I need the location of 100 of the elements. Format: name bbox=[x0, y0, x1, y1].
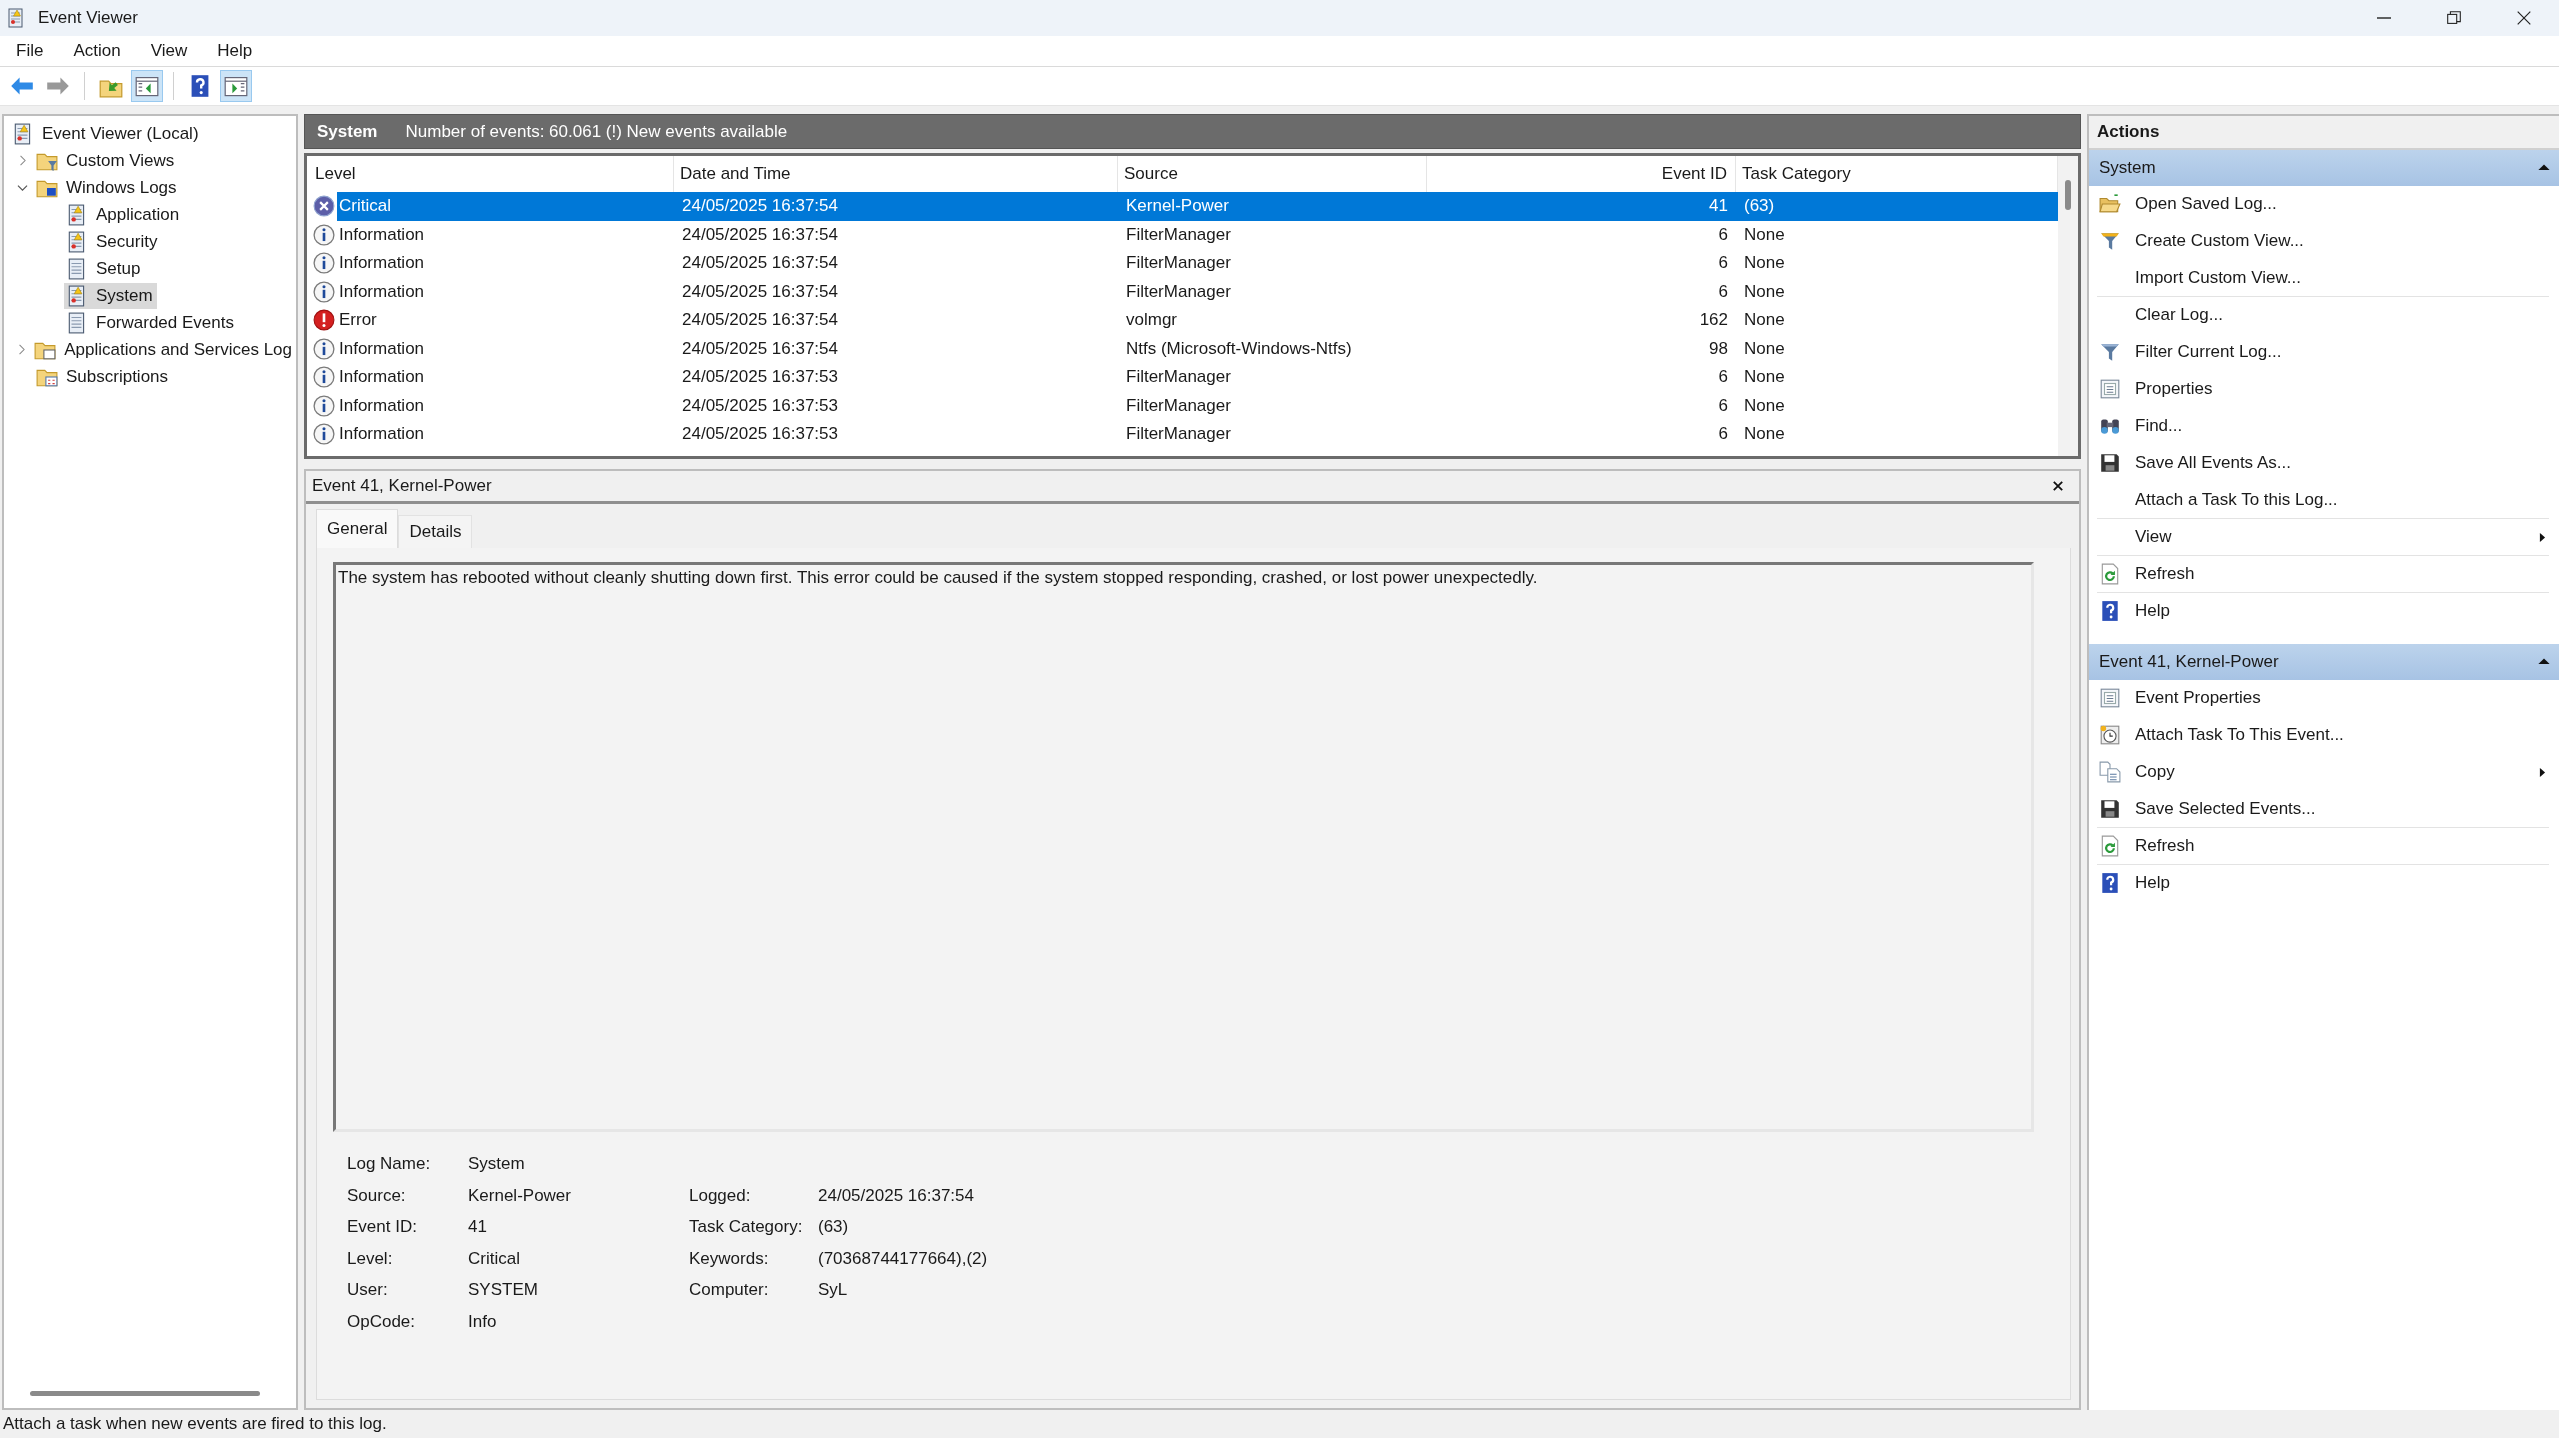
toolbar-button[interactable] bbox=[220, 70, 252, 102]
refresh-icon bbox=[2099, 835, 2121, 857]
table-cell-text: Information bbox=[338, 281, 426, 302]
command-link[interactable]: Help bbox=[2097, 593, 2549, 630]
tab[interactable]: Details bbox=[398, 515, 473, 548]
pane-icon bbox=[224, 74, 248, 98]
field-label: Level: bbox=[347, 1248, 394, 1270]
command-link[interactable]: Clear Log... bbox=[2097, 297, 2549, 334]
table-row[interactable]: Information 24/05/2025 16:37:53 FilterManager 6 None bbox=[311, 420, 2058, 449]
field-label: OpCode: bbox=[347, 1311, 417, 1333]
command-link[interactable]: Create Custom View... bbox=[2097, 223, 2549, 260]
command-link[interactable]: Import Custom View... bbox=[2097, 260, 2549, 297]
help-icon bbox=[2099, 600, 2121, 622]
table-cell-text: Kernel-Power bbox=[1125, 196, 1230, 217]
column-header[interactable]: Date and Time bbox=[674, 156, 1118, 192]
column-header[interactable]: Event ID bbox=[1427, 156, 1736, 192]
action-group-header[interactable]: Event 41, Kernel-Power bbox=[2089, 644, 2559, 680]
tree-item[interactable]: Custom Views bbox=[34, 147, 179, 174]
table-cell-text: 24/05/2025 16:37:53 bbox=[681, 367, 839, 388]
tree-item[interactable]: Event Viewer (Local) bbox=[10, 120, 203, 147]
field-value: 41 bbox=[468, 1217, 488, 1239]
table-row[interactable]: Information 24/05/2025 16:37:53 FilterManager 6 None bbox=[311, 363, 2058, 392]
field-label: Logged: bbox=[689, 1185, 752, 1207]
information-icon bbox=[313, 280, 335, 303]
copy-icon bbox=[2099, 761, 2121, 783]
table-cell-text: 6 bbox=[1717, 367, 1729, 388]
toolbar-button[interactable] bbox=[131, 70, 163, 102]
app-icon bbox=[6, 7, 26, 29]
table-cell-text: 6 bbox=[1717, 281, 1729, 302]
table-cell-text: Critical bbox=[338, 196, 392, 217]
tree-item[interactable]: Subscriptions bbox=[34, 363, 173, 390]
tree-item[interactable]: Application bbox=[64, 201, 184, 228]
tree-item[interactable]: System bbox=[64, 282, 157, 309]
column-header[interactable]: Source bbox=[1118, 156, 1427, 192]
funnel-icon bbox=[2099, 230, 2121, 252]
table-cell-text: Information bbox=[338, 395, 426, 416]
properties-icon bbox=[2099, 687, 2121, 709]
field-label: User: bbox=[347, 1280, 389, 1302]
table-cell-text: 24/05/2025 16:37:54 bbox=[681, 310, 839, 331]
menu-item[interactable]: Action bbox=[55, 39, 133, 63]
table-row[interactable]: Information 24/05/2025 16:37:54 Ntfs (Microsoft-Windows-Ntfs) 98 None bbox=[311, 334, 2058, 363]
tree-item[interactable]: Windows Logs bbox=[34, 174, 181, 201]
command-link[interactable]: Open Saved Log... bbox=[2097, 186, 2549, 223]
table-cell-text: None bbox=[1743, 253, 1786, 274]
menu-item[interactable]: File bbox=[10, 39, 56, 63]
scrollbar-thumb[interactable] bbox=[30, 1390, 260, 1396]
table-row[interactable]: Information 24/05/2025 16:37:53 FilterManager 6 None bbox=[311, 391, 2058, 420]
menu-item[interactable]: View bbox=[132, 39, 200, 63]
command-link[interactable]: Save Selected Events... bbox=[2097, 791, 2549, 828]
tree-item[interactable]: Applications and Services Log bbox=[32, 336, 296, 363]
field-value: (63) bbox=[818, 1217, 850, 1239]
command-link[interactable]: Copy bbox=[2097, 754, 2549, 791]
table-cell-text: 24/05/2025 16:37:54 bbox=[681, 338, 839, 359]
table-cell-text: 6 bbox=[1717, 424, 1729, 445]
command-link[interactable]: Properties bbox=[2097, 371, 2549, 408]
window-title: Event Viewer bbox=[38, 8, 138, 28]
table-cell-text: 162 bbox=[1698, 310, 1729, 331]
table-cell-text: None bbox=[1743, 310, 1786, 331]
tree-item[interactable]: Forwarded Events bbox=[64, 309, 238, 336]
table-cell-text: 24/05/2025 16:37:54 bbox=[681, 253, 839, 274]
group-title: System bbox=[2099, 158, 2156, 178]
column-header[interactable]: Level bbox=[311, 156, 674, 192]
action-group-header[interactable]: System bbox=[2089, 150, 2559, 186]
field-value: SYSTEM bbox=[468, 1280, 539, 1302]
funnel-icon bbox=[2099, 341, 2121, 363]
detail-title: Event 41, Kernel-Power bbox=[312, 476, 492, 496]
command-link[interactable]: Attach Task To This Event... bbox=[2097, 717, 2549, 754]
command-link[interactable]: View bbox=[2097, 519, 2549, 556]
table-row[interactable]: Critical 24/05/2025 16:37:54 Kernel-Power 41 (63) bbox=[311, 192, 2058, 221]
tree-item[interactable]: Security bbox=[64, 228, 162, 255]
table-cell-text: None bbox=[1743, 281, 1786, 302]
table-row[interactable]: Information 24/05/2025 16:37:54 FilterManager 6 None bbox=[311, 277, 2058, 306]
command-link[interactable]: Find... bbox=[2097, 408, 2549, 445]
close-button[interactable] bbox=[2051, 479, 2065, 493]
vertical-scrollbar[interactable] bbox=[2058, 156, 2078, 456]
command-link[interactable]: Refresh bbox=[2097, 828, 2549, 865]
table-row[interactable]: Information 24/05/2025 16:37:54 FilterManager 6 None bbox=[311, 249, 2058, 278]
table-cell-text: FilterManager bbox=[1125, 367, 1232, 388]
field-label: Source: bbox=[347, 1185, 407, 1207]
command-link[interactable]: Save All Events As... bbox=[2097, 445, 2549, 482]
command-link[interactable]: Filter Current Log... bbox=[2097, 334, 2549, 371]
command-link[interactable]: Attach a Task To this Log... bbox=[2097, 482, 2549, 519]
scrollbar-thumb[interactable] bbox=[2065, 180, 2071, 210]
command-link[interactable]: Event Properties bbox=[2097, 680, 2549, 717]
command-link[interactable]: Help bbox=[2097, 865, 2549, 902]
event-count-text: Number of events: 60.061 (!) New events available bbox=[405, 121, 788, 142]
tab[interactable]: General bbox=[316, 509, 399, 548]
table-row[interactable]: Information 24/05/2025 16:37:54 FilterManager 6 None bbox=[311, 220, 2058, 249]
description-text: The system has rebooted without cleanly shutting down first. This error could be caused if the system stopped responding, crashed, or lost power unexpectedly. bbox=[338, 567, 1539, 589]
table-cell-text: FilterManager bbox=[1125, 424, 1232, 445]
table-cell-text: 24/05/2025 16:37:53 bbox=[681, 395, 839, 416]
help-icon bbox=[2099, 872, 2121, 894]
tree-item[interactable]: Setup bbox=[64, 255, 145, 282]
minimize-icon bbox=[2377, 17, 2391, 19]
menu-item[interactable]: Help bbox=[199, 39, 265, 63]
table-cell-text: 6 bbox=[1717, 395, 1729, 416]
table-cell-text: 98 bbox=[1708, 338, 1729, 359]
table-row[interactable]: Error 24/05/2025 16:37:54 volmgr 162 None bbox=[311, 306, 2058, 335]
table-cell-text: (63) bbox=[1743, 196, 1776, 217]
command-link[interactable]: Refresh bbox=[2097, 556, 2549, 593]
